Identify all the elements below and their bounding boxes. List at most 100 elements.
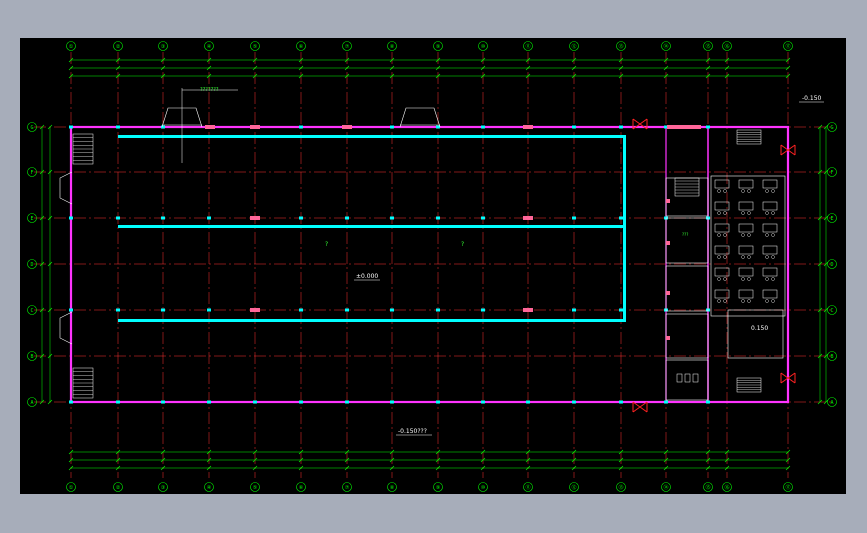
axis-label: ⑩ [481,485,486,491]
axis-grid [34,52,832,478]
crane-rail [118,135,624,138]
axis-label: ⑩ [481,44,486,50]
column [572,125,576,129]
axis-label: E [30,216,33,222]
floor-plan: ① ① ② ② ③ ③ ④ ④ ⑤ ⑤ ⑥ ⑥ ⑦ ⑦ ⑧ ⑧ ⑨ ⑨ ⑩ ⑩ ⑪ ⑪ ⑫ ⑫ ⑬ ⑬ ⑭ ⑭ ⑮ ⑮ ⑯ ⑯ ⑰ ⑰ G G F F E E… [27,41,837,492]
office-room [665,359,709,401]
chair [771,189,775,193]
column [390,308,394,312]
door-symbol [632,401,648,413]
column [116,216,120,220]
column [481,125,485,129]
outer-wall [69,125,790,404]
axis-label: ⑮ [705,484,710,491]
column [161,216,165,220]
chair [765,189,769,193]
axis-label: D [30,262,33,268]
chair [717,299,721,303]
window [666,336,670,340]
crane-rail [118,319,624,322]
column [390,400,394,404]
chair [741,277,745,281]
window [250,125,260,129]
column [526,400,530,404]
column [436,400,440,404]
window [523,216,533,220]
chair [723,255,727,259]
column [207,216,211,220]
column [116,125,120,129]
axis-label: ② [116,44,121,50]
axis-label: B [30,354,33,360]
chair [765,233,769,237]
window [342,125,352,129]
drawing-canvas[interactable]: ① ① ② ② ③ ③ ④ ④ ⑤ ⑤ ⑥ ⑥ ⑦ ⑦ ⑧ ⑧ ⑨ ⑨ ⑩ ⑩ ⑪ ⑪ ⑫ ⑫ ⑬ ⑬ ⑭ ⑭ ⑮ ⑮ ⑯ ⑯ ⑰ ⑰ G G F F E E… [20,38,846,494]
chair [765,299,769,303]
window [250,308,260,312]
chair [717,189,721,193]
column [116,308,120,312]
chair [765,277,769,281]
axis-label: ⑬ [618,43,623,50]
column [207,400,211,404]
office-room [665,217,709,264]
axis-label: ⑧ [390,485,395,491]
axis-label: ④ [207,44,212,50]
axis-label: ⑯ [724,484,729,491]
room-mark: ??? [682,232,688,237]
column [572,216,576,220]
column [481,308,485,312]
column [161,400,165,404]
desk [738,201,754,211]
chair [741,255,745,259]
desk [762,179,778,189]
chair [741,233,745,237]
column [664,400,668,404]
equipment-note: ??????? [200,87,219,93]
window [666,291,670,295]
annotations: -0.150 ±0.000 -0.150??? 0.150 ??????? ? … [200,87,824,436]
chair [771,277,775,281]
chair [717,255,721,259]
chair [723,277,727,281]
window [523,125,533,129]
column [161,308,165,312]
axis-label: ⑮ [705,43,710,50]
axis-label: ⑪ [525,43,530,50]
chair [717,277,721,281]
chair [747,255,751,259]
axis-label: A [830,400,833,406]
chair [741,189,745,193]
crane-rail [623,135,626,322]
chair [765,255,769,259]
office-block [72,118,796,413]
desk [738,245,754,255]
window [666,241,670,245]
axis-label: ⑧ [390,44,395,50]
column [390,216,394,220]
column [619,216,623,220]
desk [738,289,754,299]
hall-mark-1: ? [325,241,328,248]
axis-label: A [30,400,33,406]
column [481,216,485,220]
chair [717,211,721,215]
column [299,308,303,312]
axis-label: ⑫ [571,484,576,491]
hall-mark-2: ? [461,241,464,248]
column [69,400,73,404]
chair [723,233,727,237]
chair [747,189,751,193]
crane-rail [118,225,624,228]
axis-label: ① [69,44,74,50]
office-room [665,265,709,312]
axis-label: ⑥ [299,44,304,50]
column [572,400,576,404]
column [253,400,257,404]
chair [765,211,769,215]
desk [762,289,778,299]
column [345,308,349,312]
level-outside-top: -0.150 [802,95,822,102]
axis-label: ⑪ [525,484,530,491]
axis-label: ⑦ [345,44,350,50]
